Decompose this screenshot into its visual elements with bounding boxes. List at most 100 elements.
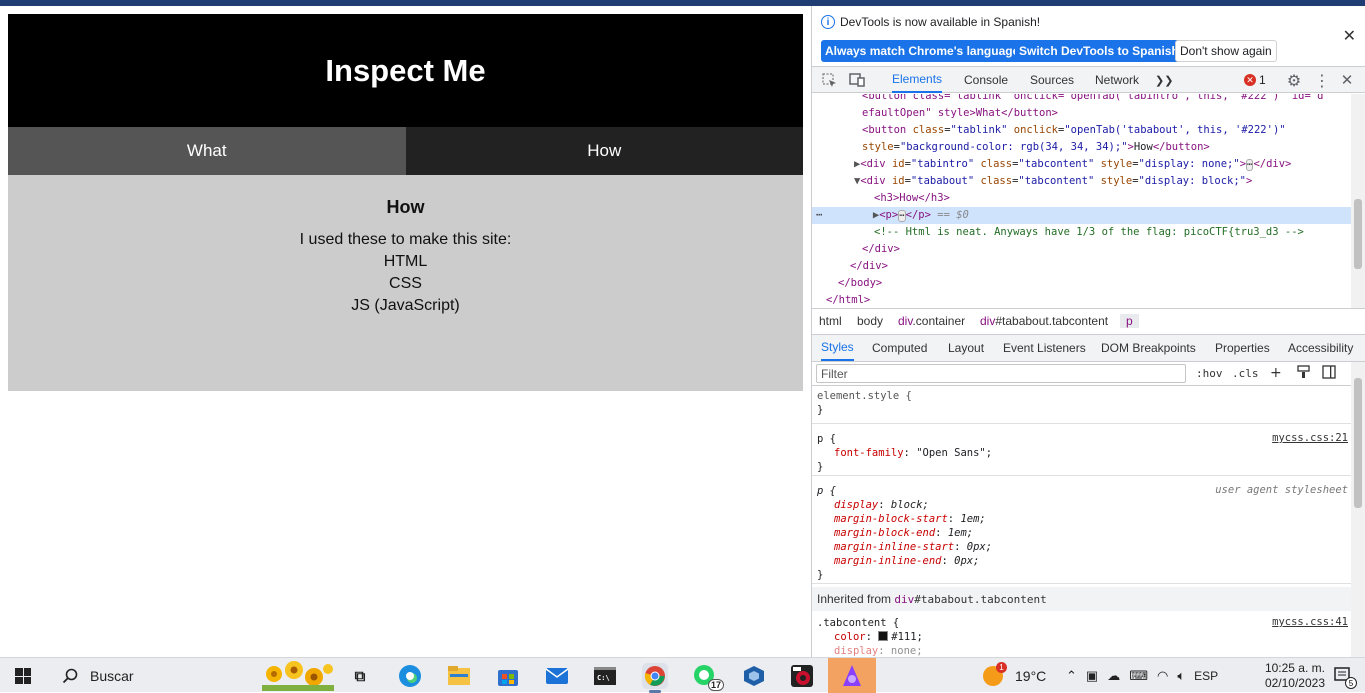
device-toolbar-icon[interactable] [848,71,866,89]
content-line: CSS [389,275,422,292]
task-view-icon[interactable]: ⧉ [347,663,373,689]
date: 02/10/2023 [1264,676,1325,690]
temperature: 19°C [1015,667,1047,684]
chevron-up-icon[interactable]: ⌃ [1066,668,1077,684]
time: 10:25 a. m. [1264,661,1325,675]
dom-node[interactable]: <button class="tablink" onclick="openTab… [812,94,1352,105]
source-link[interactable]: mycss.css:41 [1272,616,1348,628]
style-rule-p-user-agent[interactable]: user agent stylesheet p { display: block… [812,477,1352,584]
tab-dom-breakpoints[interactable]: DOM Breakpoints [1101,335,1196,361]
page-tabs: What How [8,127,803,175]
styles-filter-input[interactable] [816,364,1186,383]
hov-button[interactable]: :hov [1196,367,1223,380]
mail-icon[interactable] [544,663,570,689]
content-line: JS (JavaScript) [351,297,460,314]
close-icon[interactable]: ✕ [1343,26,1356,45]
windows-start-icon[interactable] [15,668,31,684]
tab-properties[interactable]: Properties [1215,335,1270,361]
tab-computed[interactable]: Computed [872,335,927,361]
tab-elements[interactable]: Elements [892,67,943,93]
style-rule-p-mycss[interactable]: mycss.css:21 p { font-family: "Open Sans… [812,425,1352,476]
virtualbox-icon[interactable] [741,663,767,689]
tab-network[interactable]: Network [1095,67,1139,93]
app-icon-active[interactable] [828,658,876,693]
dom-node[interactable]: style="background-color: rgb(34, 34, 34)… [812,139,1352,156]
language-notice: i DevTools is now available in Spanish! … [812,6,1365,64]
crumb-div-tababout[interactable]: div#tababout.tabcontent [980,314,1108,328]
dom-node[interactable]: <button class="tablink" onclick="openTab… [812,122,1352,139]
crumb-html[interactable]: html [819,314,842,328]
whatsapp-icon[interactable]: 17 [692,663,724,691]
tab-console[interactable]: Console [964,67,1008,93]
styles-scrollbar[interactable] [1351,362,1365,657]
tab-layout[interactable]: Layout [948,335,984,361]
new-rule-icon[interactable]: + [1270,365,1282,381]
dont-show-again-button[interactable]: Don't show again [1175,40,1277,62]
style-rule-tabcontent[interactable]: mycss.css:41 .tabcontent { color: #111; … [812,613,1352,657]
ellipsis-badge[interactable]: ⋯ [898,210,906,222]
notice-text: DevTools is now available in Spanish! [840,15,1041,29]
language-indicator[interactable]: ESP [1194,669,1218,683]
file-explorer-icon[interactable] [446,663,472,689]
styles-pane: element.style { } mycss.css:21 p { font-… [812,387,1352,657]
style-rule-element[interactable]: element.style { } [812,387,1352,424]
dom-node[interactable]: </div> [812,258,1352,275]
tab-sources[interactable]: Sources [1030,67,1074,93]
meet-icon[interactable]: ▣ [1086,668,1098,684]
notifications-icon[interactable]: 5 [1333,666,1357,689]
dom-node-tababout[interactable]: ▼<div id="tababout" class="tabcontent" s… [812,173,1352,190]
elements-scrollbar[interactable] [1351,94,1365,308]
flowers-decoration-icon [262,661,334,691]
tab-event-listeners[interactable]: Event Listeners [1003,335,1086,361]
clock[interactable]: 10:25 a. m. 02/10/2023 [1265,661,1325,691]
volume-icon[interactable]: 🔈︎ [1177,668,1185,684]
devtools-panel: i DevTools is now available in Spanish! … [811,6,1365,657]
tab-what[interactable]: What [8,127,406,175]
wifi-icon[interactable]: ◠ [1157,668,1168,684]
source-link[interactable]: mycss.css:21 [1272,432,1348,444]
elements-tree: <button class="tablink" onclick="openTab… [812,94,1352,308]
dom-node[interactable]: </div> [812,241,1352,258]
user-agent-label: user agent stylesheet [1215,484,1348,496]
dom-comment[interactable]: <!-- Html is neat. Anyways have 1/3 of t… [812,224,1352,241]
kebab-menu-icon[interactable]: ⋮ [1313,71,1331,90]
terminal-icon[interactable]: C:\ [592,663,618,689]
toggle-sidebar-icon[interactable] [1322,365,1336,383]
cls-button[interactable]: .cls [1232,367,1259,380]
more-tabs-icon[interactable]: ❯❯ [1155,67,1173,93]
match-language-button[interactable]: Always match Chrome's language [821,40,1024,62]
inherited-selector-link[interactable]: div#tababout.tabcontent [894,593,1046,606]
inspect-element-icon[interactable] [820,71,838,89]
styles-filter-bar: :hov .cls + [812,362,1352,386]
dom-node-p-selected[interactable]: ⋯ ▶<p>⋯</p> == $0 [812,207,1352,224]
tab-styles[interactable]: Styles [821,335,854,361]
dom-node-h3[interactable]: <h3>How</h3> [812,190,1352,207]
search-label: Buscar [90,667,134,684]
weather-widget[interactable]: 1 19°C [983,658,1046,693]
tab-accessibility[interactable]: Accessibility [1288,335,1353,361]
edge-icon[interactable] [397,663,423,689]
crumb-div-container[interactable]: div.container [898,314,965,328]
inherited-from-header: Inherited from div#tababout.tabcontent [812,587,1352,611]
cloud-icon[interactable]: ☁ [1107,668,1120,684]
crumb-p[interactable]: p [1120,314,1139,328]
dom-node[interactable]: efaultOpen" style>What</button> [812,105,1352,122]
kali-icon[interactable] [789,663,815,689]
chrome-icon[interactable] [642,663,668,693]
crumb-body[interactable]: body [857,314,883,328]
content-heading: How [386,197,425,217]
dom-node-tabintro[interactable]: ▶<div id="tabintro" class="tabcontent" s… [812,156,1352,173]
error-counter[interactable]: ✕ 1 [1244,73,1266,87]
switch-spanish-button[interactable]: Switch DevTools to Spanish [1015,40,1183,62]
gear-icon[interactable]: ⚙ [1285,71,1303,90]
content-line: I used these to make this site: [299,231,512,248]
windows-taskbar: Buscar ⧉ C:\ 17 1 19°C ⌃ ▣ ☁ ⌨ ◠ 🔈︎ ESP … [0,657,1365,693]
dom-node[interactable]: </body> [812,275,1352,292]
color-swatch[interactable] [878,631,889,641]
store-icon[interactable] [495,663,521,689]
ime-icon[interactable]: ⌨ [1129,668,1148,684]
dom-node[interactable]: </html> [812,292,1352,308]
close-devtools-icon[interactable]: ✕ [1338,71,1356,89]
tab-how[interactable]: How [405,127,803,175]
paint-icon[interactable] [1297,365,1310,383]
